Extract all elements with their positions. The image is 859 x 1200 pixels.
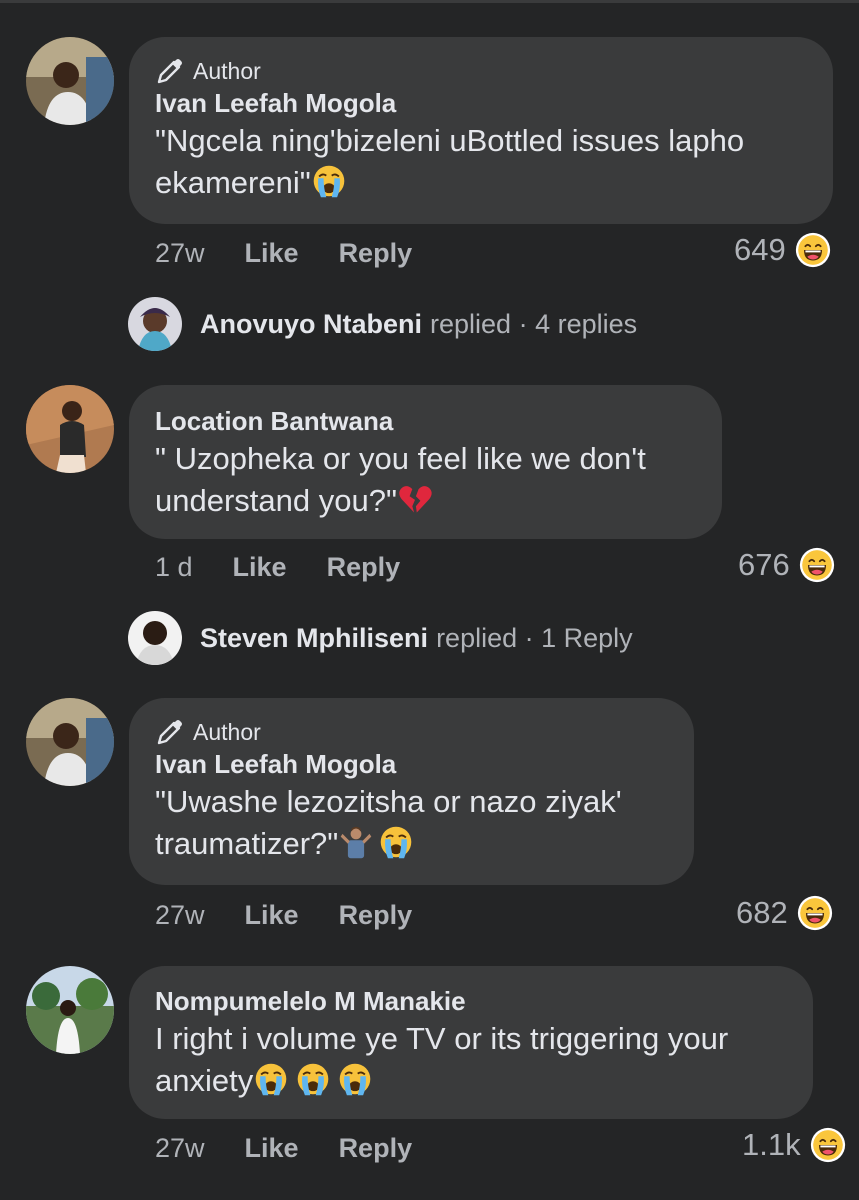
avatar — [128, 297, 182, 351]
reaction-summary[interactable]: 1.1k — [742, 1126, 847, 1164]
reply-button[interactable]: Reply — [339, 1133, 413, 1164]
laughing-face-icon — [798, 546, 836, 584]
comment-bubble: Nompumelelo M Manakie I right i volume y… — [129, 966, 813, 1119]
comment-text-line: understand you?" — [155, 483, 397, 518]
comment-text-line: "Ngcela ning'bizeleni uBottled issues la… — [155, 123, 745, 158]
comment-text-line: traumatizer?" — [155, 826, 339, 861]
reply-author-name: Anovuyo Ntabeni — [200, 308, 423, 339]
replied-label: replied — [430, 308, 512, 339]
comment-text-line: I right i volume ye TV or its triggering… — [155, 1021, 729, 1056]
reply-author-name: Steven Mphiliseni — [200, 622, 429, 653]
replied-label: replied — [436, 622, 518, 653]
laughing-face-icon — [809, 1126, 847, 1164]
reaction-count: 649 — [734, 232, 786, 267]
reaction-count: 676 — [738, 547, 790, 582]
comment-actions: 27w Like Reply — [155, 900, 412, 931]
reaction-count: 682 — [736, 895, 788, 930]
comment-bubble: Location Bantwana " Uzopheka or you feel… — [129, 385, 722, 539]
reply-count: · 1 Reply — [524, 622, 633, 653]
top-divider — [0, 0, 859, 3]
laughing-face-icon — [796, 894, 834, 932]
avatar[interactable] — [26, 385, 114, 473]
loudly-crying-face-icon — [311, 163, 347, 199]
commenter-name[interactable]: Nompumelelo M Manakie — [155, 984, 787, 1018]
comment-actions: 1 d Like Reply — [155, 552, 400, 583]
avatar[interactable] — [26, 698, 114, 786]
comment-bubble: Author Ivan Leefah Mogola "Uwashe lezozi… — [129, 698, 694, 885]
comment-timestamp[interactable]: 27w — [155, 900, 205, 931]
reaction-summary[interactable]: 649 — [734, 231, 832, 269]
reply-thread-link[interactable]: Anovuyo Ntabeni replied · 4 replies — [128, 297, 637, 351]
author-badge: Author — [155, 56, 807, 86]
like-button[interactable]: Like — [233, 552, 287, 583]
comment-text-line: anxiety — [155, 1063, 254, 1098]
comment-actions: 27w Like Reply — [155, 238, 412, 269]
reaction-summary[interactable]: 682 — [736, 894, 834, 932]
like-button[interactable]: Like — [245, 1133, 299, 1164]
loudly-crying-face-icon — [337, 1061, 373, 1097]
comment-timestamp[interactable]: 27w — [155, 1133, 205, 1164]
author-badge: Author — [155, 717, 668, 747]
avatar — [128, 611, 182, 665]
avatar[interactable] — [26, 37, 114, 125]
reply-button[interactable]: Reply — [339, 900, 413, 931]
comment-text: " Uzopheka or you feel like we don't und… — [155, 438, 696, 522]
comment-actions: 27w Like Reply — [155, 1133, 412, 1164]
avatar[interactable] — [26, 966, 114, 1054]
reply-button[interactable]: Reply — [327, 552, 401, 583]
comment-text: "Uwashe lezozitsha or nazo ziyak' trauma… — [155, 781, 668, 865]
broken-heart-icon — [397, 481, 433, 517]
microphone-icon — [155, 56, 185, 86]
author-badge-label: Author — [193, 718, 261, 745]
comment-text-line: "Uwashe lezozitsha or nazo ziyak' — [155, 784, 622, 819]
laughing-face-icon — [794, 231, 832, 269]
comment-text: "Ngcela ning'bizeleni uBottled issues la… — [155, 120, 807, 204]
reply-thread-link[interactable]: Steven Mphiliseni replied · 1 Reply — [128, 611, 633, 665]
author-badge-label: Author — [193, 57, 261, 84]
comment-text-line: " Uzopheka or you feel like we don't — [155, 441, 646, 476]
like-button[interactable]: Like — [245, 238, 299, 269]
reply-count: · 4 replies — [518, 308, 638, 339]
loudly-crying-face-icon — [378, 824, 414, 860]
comment-bubble: Author Ivan Leefah Mogola "Ngcela ning'b… — [129, 37, 833, 224]
comment-timestamp[interactable]: 27w — [155, 238, 205, 269]
commenter-name[interactable]: Ivan Leefah Mogola — [155, 747, 668, 781]
comment-timestamp[interactable]: 1 d — [155, 552, 193, 583]
comment-text-line: ekamereni" — [155, 165, 311, 200]
like-button[interactable]: Like — [245, 900, 299, 931]
comment-text: I right i volume ye TV or its triggering… — [155, 1018, 787, 1102]
person-shrugging-icon — [338, 824, 374, 860]
reaction-summary[interactable]: 676 — [738, 546, 836, 584]
reaction-count: 1.1k — [742, 1127, 801, 1162]
microphone-icon — [155, 717, 185, 747]
commenter-name[interactable]: Ivan Leefah Mogola — [155, 86, 807, 120]
loudly-crying-face-icon — [295, 1061, 331, 1097]
reply-button[interactable]: Reply — [339, 238, 413, 269]
commenter-name[interactable]: Location Bantwana — [155, 404, 696, 438]
loudly-crying-face-icon — [253, 1061, 289, 1097]
